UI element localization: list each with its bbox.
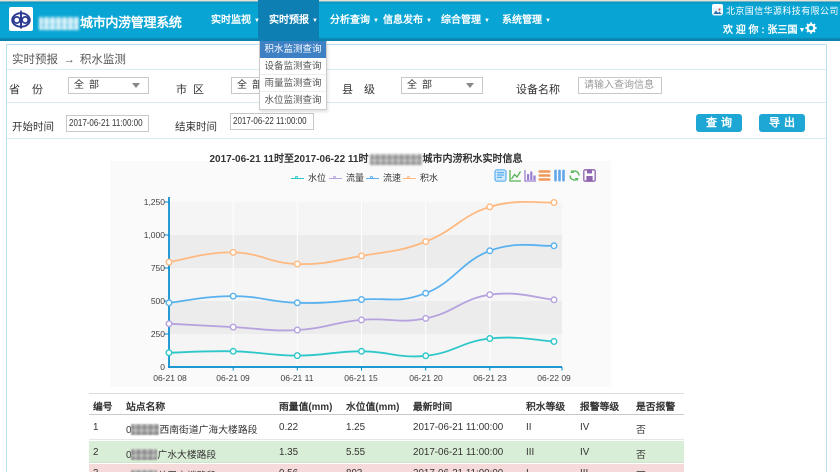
svg-text:06-21 20: 06-21 20 [409, 373, 443, 383]
svg-text:1,000: 1,000 [144, 230, 166, 240]
svg-text:500: 500 [151, 296, 165, 306]
svg-text:0: 0 [160, 362, 165, 372]
svg-text:750: 750 [151, 263, 165, 273]
svg-text:250: 250 [151, 329, 165, 339]
svg-text:06-21 08: 06-21 08 [153, 373, 187, 383]
svg-text:1,250: 1,250 [144, 197, 166, 207]
svg-text:06-21 09: 06-21 09 [216, 373, 250, 383]
svg-text:06-21 15: 06-21 15 [344, 373, 378, 383]
svg-text:06-21 11: 06-21 11 [281, 373, 314, 383]
svg-text:06-22 09: 06-22 09 [537, 373, 571, 383]
svg-text:06-21 23: 06-21 23 [473, 373, 507, 383]
